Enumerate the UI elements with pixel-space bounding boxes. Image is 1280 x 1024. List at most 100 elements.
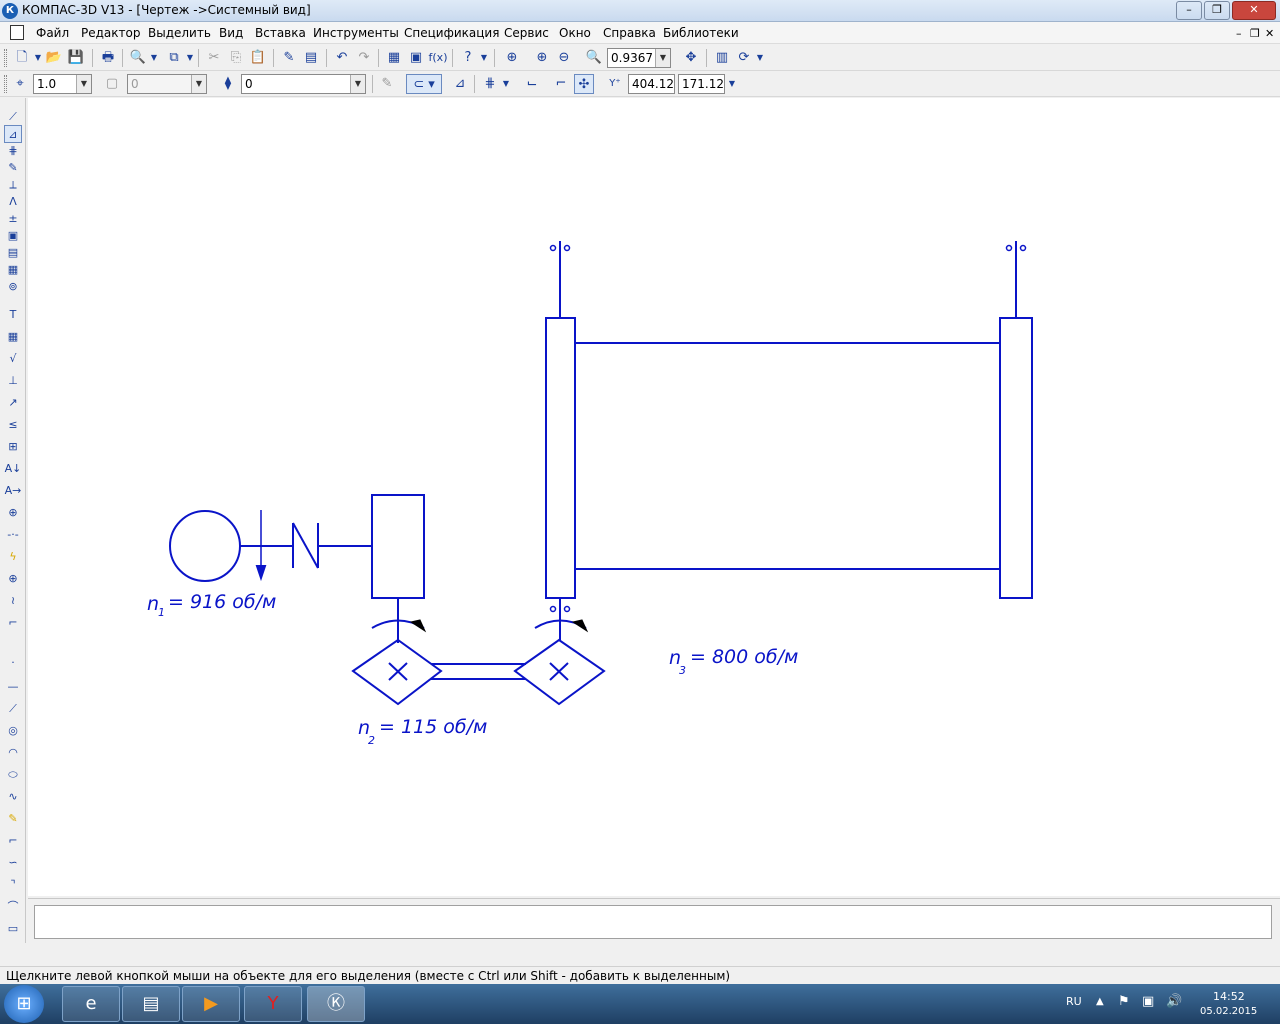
start-button-icon[interactable]: ⊞ — [4, 985, 44, 1023]
rectangle-icon[interactable]: ▭ — [4, 920, 22, 938]
measure-icon[interactable]: Λ — [4, 193, 22, 211]
minimize-button[interactable]: – — [1176, 1, 1202, 20]
edit-icon[interactable]: ✎ — [4, 159, 22, 177]
chevron-down-icon[interactable]: ▼ — [655, 49, 670, 67]
file-explorer-icon[interactable]: ▤ — [122, 986, 180, 1022]
arrow-view-icon[interactable]: A→ — [4, 482, 22, 500]
toolbar-overflow-icon[interactable]: ▼ — [756, 48, 764, 68]
specification-icon[interactable]: ▤ — [4, 244, 22, 262]
document-icon[interactable] — [10, 25, 24, 40]
chamfer-icon[interactable]: ⌝ — [4, 876, 22, 894]
contour-icon[interactable]: ⌐ — [4, 832, 22, 850]
associative-view-icon[interactable]: ▣ — [4, 227, 22, 245]
pan-icon[interactable]: ✥ — [681, 48, 701, 68]
report-icon[interactable]: ▦ — [4, 261, 22, 279]
properties-disabled-icon[interactable]: ✎ — [377, 74, 397, 94]
restore-button[interactable]: ❐ — [1204, 1, 1230, 20]
local-snap-icon[interactable]: ⊿ — [450, 74, 470, 94]
coord-x-field[interactable]: 404.127 — [628, 74, 675, 94]
menu-tools[interactable]: Инструменты — [313, 26, 399, 40]
state-icon[interactable]: ▢ — [102, 74, 122, 94]
redo-icon[interactable]: ↷ — [354, 48, 374, 68]
menu-file[interactable]: Файл — [36, 26, 69, 40]
bezier-icon[interactable]: ∽ — [4, 854, 22, 872]
layer-combo[interactable]: 0 ▼ — [241, 74, 366, 94]
list-icon[interactable]: ▤ — [301, 48, 321, 68]
selection-icon[interactable]: ± — [4, 210, 22, 228]
tree-icon[interactable]: ▦ — [384, 48, 404, 68]
center-mark-icon[interactable]: ⊕ — [4, 570, 22, 588]
mdi-minimize-button[interactable]: – — [1236, 27, 1242, 40]
print-icon[interactable]: 🖶 — [98, 48, 118, 68]
menu-view[interactable]: Вид — [219, 26, 243, 40]
sign-icon[interactable]: ⊕ — [4, 504, 22, 522]
show-hidden-icons-icon[interactable]: ▲ — [1096, 996, 1104, 1007]
state-combo[interactable]: 0 ▼ — [127, 74, 207, 94]
library-manager-icon[interactable]: ▣ — [406, 48, 426, 68]
new-dropdown-icon[interactable]: ▼ — [34, 48, 42, 68]
save-icon[interactable]: 💾 — [66, 48, 86, 68]
line-segment-icon[interactable]: — — [4, 678, 22, 696]
geometry-icon[interactable]: ⟋ — [4, 108, 22, 126]
volume-icon[interactable]: 🔊 — [1166, 994, 1182, 1009]
cursor-step-icon[interactable]: ⌖ — [10, 74, 30, 94]
corner-icon[interactable]: ⌐ — [4, 614, 22, 632]
coord-y-field[interactable]: 171.127 — [678, 74, 725, 94]
clock-time[interactable]: 14:52 — [1213, 990, 1245, 1003]
menu-specification[interactable]: Спецификация — [404, 26, 499, 40]
manager-icon[interactable]: ⧉ — [164, 48, 184, 68]
insert-icon[interactable]: ⊚ — [4, 278, 22, 296]
regenerate-icon[interactable]: ⟳ — [734, 48, 754, 68]
step-combo[interactable]: 1.0 ▼ — [33, 74, 92, 94]
preview-icon[interactable]: 🔍 — [128, 48, 148, 68]
leader-icon[interactable]: ↗ — [4, 394, 22, 412]
action-center-icon[interactable]: ⚑ — [1118, 994, 1130, 1009]
close-button[interactable]: ✕ — [1232, 1, 1276, 20]
circle-icon[interactable]: ◎ — [4, 722, 22, 740]
text-icon[interactable]: T — [4, 306, 22, 324]
arc-icon[interactable]: ◠ — [4, 744, 22, 762]
open-folder-icon[interactable]: 📂 — [44, 48, 64, 68]
clock-date[interactable]: 05.02.2015 — [1200, 1006, 1257, 1017]
new-document-icon[interactable]: 🗋 — [12, 48, 32, 68]
toolbar-overflow-icon[interactable]: ▼ — [728, 74, 736, 94]
base-icon[interactable]: ⊥ — [4, 372, 22, 390]
polyline-icon[interactable]: ⟋ — [4, 700, 22, 718]
help-pointer-icon[interactable]: ? — [458, 48, 478, 68]
copy-icon[interactable]: ⎘ — [226, 48, 246, 68]
menu-insert[interactable]: Вставка — [255, 26, 306, 40]
layer-icon[interactable]: ⧫ — [218, 74, 238, 94]
parametrization-icon[interactable]: ⟂ — [4, 176, 22, 194]
language-indicator[interactable]: RU — [1066, 995, 1082, 1008]
roughness-icon[interactable]: √ — [4, 350, 22, 368]
network-icon[interactable]: ▣ — [1142, 994, 1154, 1009]
table-icon[interactable]: ▦ — [4, 328, 22, 346]
zoom-combo[interactable]: 0.9367 ▼ — [607, 48, 671, 68]
mdi-restore-button[interactable]: ❐ — [1250, 27, 1260, 40]
coupling-diagonal[interactable] — [292, 522, 319, 569]
kinematic-scheme[interactable]: n 1 = 916 об/м n 2 = 115 об/м n 3 = 800 … — [28, 98, 1280, 896]
zoom-in-icon[interactable]: ⊕ — [532, 48, 552, 68]
dimensions-icon[interactable]: ⊿ — [4, 125, 22, 143]
menu-libraries[interactable]: Библиотеки — [663, 26, 739, 40]
tolerance-icon[interactable]: ⊞ — [4, 438, 22, 456]
internet-explorer-icon[interactable]: e — [62, 986, 120, 1022]
yandex-browser-icon[interactable]: Y — [244, 986, 302, 1022]
gearbox-rect[interactable] — [371, 494, 425, 599]
undo-icon[interactable]: ↶ — [332, 48, 352, 68]
drum-right-flange[interactable] — [999, 317, 1033, 599]
paste-icon[interactable]: 📋 — [248, 48, 268, 68]
ortho-icon[interactable]: ⌐ — [551, 74, 571, 94]
menu-window[interactable]: Окно — [559, 26, 591, 40]
drawing-canvas[interactable]: n 1 = 916 об/м n 2 = 115 об/м n 3 = 800 … — [28, 98, 1280, 896]
ellipse-icon[interactable]: ⬭ — [4, 766, 22, 784]
hatch-icon[interactable]: ⋕ — [4, 142, 22, 160]
chevron-down-icon[interactable]: ▼ — [191, 75, 206, 93]
variables-icon[interactable]: f(x) — [428, 48, 448, 68]
break-line-icon[interactable]: ≀ — [4, 592, 22, 610]
menu-editor[interactable]: Редактор — [81, 26, 140, 40]
drum-left-flange[interactable] — [545, 317, 576, 599]
properties-icon[interactable]: ✎ — [279, 48, 299, 68]
refresh-view-icon[interactable]: ▥ — [712, 48, 732, 68]
point-icon[interactable]: · — [4, 654, 22, 672]
